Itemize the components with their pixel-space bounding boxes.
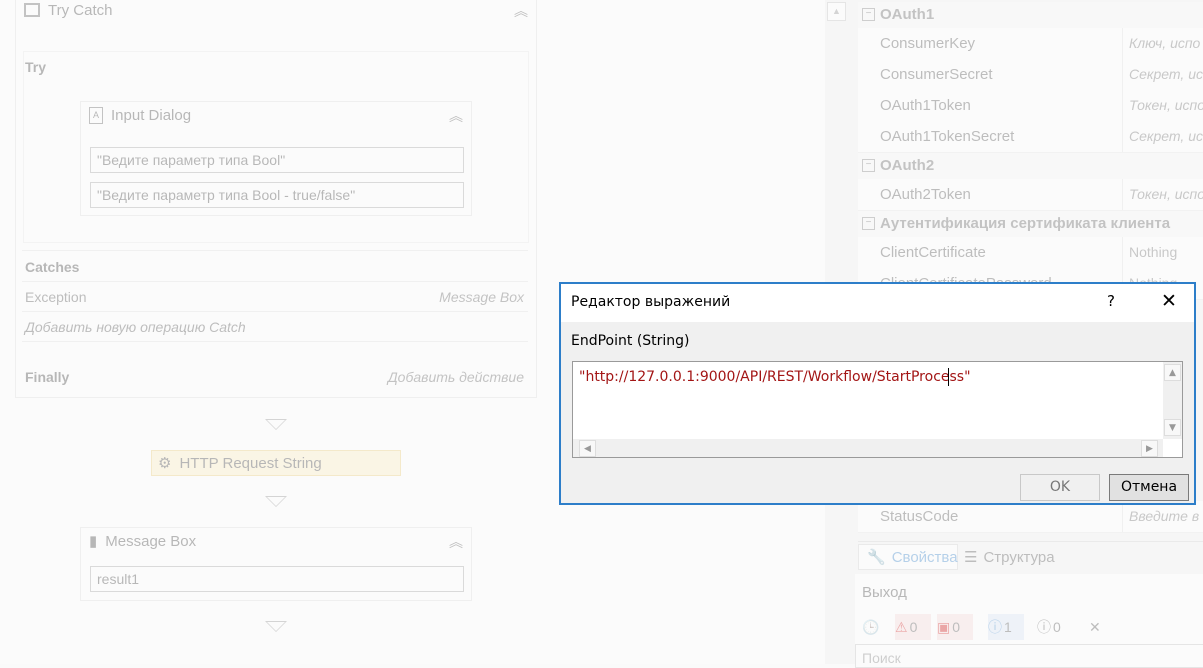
ok-button[interactable]: OK: [1020, 474, 1100, 501]
other-filter[interactable]: ⓘ 0: [1037, 614, 1073, 640]
expression-editor-dialog: Редактор выражений ? ✕ EndPoint (String)…: [559, 282, 1196, 505]
input-dialog-prompt-field[interactable]: "Ведите параметр типа Bool": [90, 147, 464, 173]
exception-label[interactable]: Exception: [25, 289, 86, 305]
collapse-icon[interactable]: ︽: [449, 532, 463, 552]
warnings-filter[interactable]: ▣ 0: [937, 614, 973, 640]
flow-arrow-icon: [265, 419, 287, 430]
input-dialog-title: Input Dialog: [111, 106, 192, 124]
output-search-input[interactable]: Поиск: [855, 644, 1203, 668]
properties-tab-bar: 🔧 Свойства ☰ Структура: [858, 541, 1203, 572]
field-label: EndPoint (String): [571, 333, 690, 349]
help-icon[interactable]: ?: [1107, 292, 1115, 310]
message-box-activity[interactable]: ▮ Message Box ︽ result1: [80, 527, 472, 601]
add-action-link[interactable]: Добавить действие: [340, 369, 524, 385]
dialog-title: Редактор выражений: [571, 294, 731, 310]
prop-row-statuscode[interactable]: StatusCode Введите в: [858, 501, 1203, 533]
input-dialog-title-field[interactable]: "Ведите параметр типа Bool - true/false": [90, 182, 464, 208]
expression-input[interactable]: "http://127.0.0.1:9000/API/REST/Workflow…: [572, 361, 1183, 458]
scroll-down-icon[interactable]: ▼: [1164, 419, 1181, 436]
prop-category-oauth2[interactable]: − OAuth2: [858, 153, 1203, 179]
prop-category-oauth1[interactable]: − OAuth1: [858, 2, 1203, 28]
finally-label: Finally: [25, 369, 70, 385]
wrench-icon: 🔧: [867, 549, 886, 566]
scroll-up-icon[interactable]: ▲: [827, 2, 846, 21]
vertical-scrollbar[interactable]: ▲ ▼: [1163, 362, 1182, 439]
prop-row-oauth1token[interactable]: OAuth1Token Токен, испо: [858, 90, 1203, 122]
tree-icon: ☰: [964, 549, 978, 566]
exception-handler[interactable]: Message Box: [380, 289, 524, 305]
scroll-up-icon[interactable]: ▲: [1164, 364, 1181, 381]
dialog-titlebar: Редактор выражений ? ✕: [561, 284, 1194, 322]
scroll-left-icon[interactable]: ◀: [579, 440, 596, 457]
tab-structure[interactable]: ☰ Структура: [964, 544, 1055, 570]
add-catch-link[interactable]: Добавить новую операцию Catch: [25, 319, 246, 335]
prop-row-oauth1tokensecret[interactable]: OAuth1TokenSecret Секрет, ис: [858, 121, 1203, 153]
horizontal-scrollbar[interactable]: ◀ ▶: [573, 439, 1163, 457]
catches-label: Catches: [25, 259, 80, 275]
flow-arrow-icon: [265, 621, 287, 632]
prop-row-oauth2token[interactable]: OAuth2Token Токен, испо: [858, 179, 1203, 211]
prop-category-client-cert[interactable]: − Аутентификация сертификата клиента: [858, 211, 1203, 237]
clear-icon[interactable]: ✕: [1089, 614, 1125, 640]
cancel-button[interactable]: Отмена: [1109, 474, 1189, 501]
expression-text: "http://127.0.0.1:9000/API/REST/Workflow…: [579, 369, 971, 385]
message-box-icon: ▮: [89, 533, 98, 550]
clock-icon[interactable]: 🕒: [862, 614, 898, 640]
close-icon[interactable]: ✕: [1161, 290, 1177, 312]
scroll-right-icon[interactable]: ▶: [1141, 440, 1158, 457]
info-icon: ⓘ: [1037, 619, 1051, 635]
prop-row-clientcertificate[interactable]: ClientCertificate Nothing: [858, 237, 1203, 269]
errors-filter[interactable]: ⚠ 0: [895, 614, 931, 640]
text-cursor: [948, 368, 949, 386]
message-box-text-field[interactable]: result1: [90, 566, 464, 592]
info-icon: ⓘ: [988, 619, 1002, 635]
input-dialog-activity[interactable]: A Input Dialog ︽ "Ведите параметр типа B…: [80, 101, 472, 216]
output-title: Выход: [862, 584, 907, 601]
prop-row-consumersecret[interactable]: ConsumerSecret Секрет, ис: [858, 59, 1203, 91]
http-request-title: HTTP Request String: [179, 454, 322, 472]
collapse-icon[interactable]: ︽: [514, 1, 528, 21]
flow-arrow-icon: [265, 496, 287, 507]
try-catch-title: Try Catch: [48, 1, 113, 19]
warning-icon: ⚠: [895, 618, 908, 635]
input-dialog-icon: A: [89, 106, 103, 124]
error-icon: ▣: [937, 618, 951, 635]
tab-properties[interactable]: 🔧 Свойства: [858, 544, 958, 570]
info-filter[interactable]: ⓘ 1: [988, 614, 1024, 640]
collapse-icon[interactable]: ︽: [449, 106, 463, 126]
message-box-title: Message Box: [105, 532, 197, 550]
workflow-designer: Try Catch ︽ Try A Input Dialog ︽ "Ведите…: [0, 0, 550, 664]
try-catch-icon: [24, 3, 40, 17]
gears-icon: ⚙: [158, 455, 172, 472]
prop-row-consumerkey[interactable]: ConsumerKey Ключ, испо: [858, 28, 1203, 60]
try-label: Try: [25, 59, 47, 75]
http-request-activity[interactable]: ⚙ HTTP Request String: [151, 450, 401, 476]
